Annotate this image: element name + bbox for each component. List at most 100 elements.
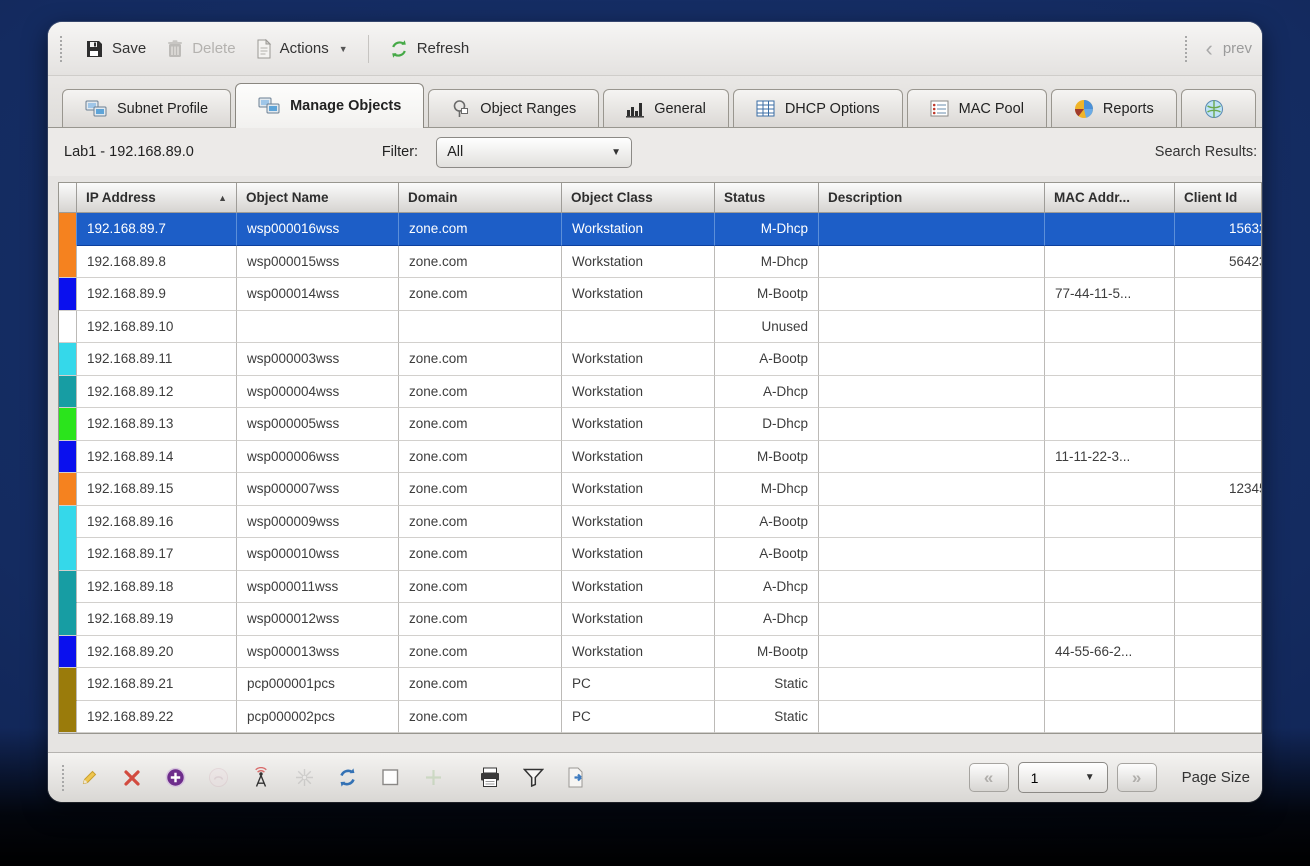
save-button[interactable]: Save <box>74 33 156 65</box>
table-row[interactable]: 192.168.89.9 wsp000014wss zone.com Workstat… <box>59 278 1261 311</box>
computers-icon <box>85 100 108 118</box>
toolbar-separator <box>367 34 369 63</box>
header-object-class[interactable]: Object Class <box>562 183 715 213</box>
page-dropdown[interactable]: 1 ▼ <box>1017 762 1108 793</box>
table-row[interactable]: 192.168.89.22 pcp000002pcs zone.com PC Stati… <box>59 700 1261 733</box>
cell-mac: 44-55-66-2... <box>1045 635 1175 668</box>
tab-reports[interactable]: Reports <box>1050 89 1177 127</box>
disabled-circle-button <box>205 765 231 791</box>
header-object-name[interactable]: Object Name <box>237 183 399 213</box>
header-ip-address[interactable]: IP Address ▲ <box>77 183 237 213</box>
tab-label: Reports <box>1102 100 1154 117</box>
antenna-button[interactable] <box>248 765 274 791</box>
delete-x-button[interactable] <box>119 765 145 791</box>
header-client-id[interactable]: Client Id <box>1175 183 1261 213</box>
cell-name: pcp000001pcs <box>237 668 399 701</box>
cell-ip: 192.168.89.12 <box>77 375 237 408</box>
filter-funnel-button[interactable] <box>520 765 546 791</box>
bottombar-grip[interactable] <box>62 764 66 791</box>
sort-ascending-icon: ▲ <box>218 192 227 203</box>
table-row[interactable]: 192.168.89.11 wsp000003wss zone.com Worksta… <box>59 343 1261 376</box>
table-row[interactable]: 192.168.89.14 wsp000006wss zone.com Worksta… <box>59 440 1261 473</box>
cell-client <box>1175 636 1261 668</box>
export-button[interactable] <box>563 765 589 791</box>
cell-domain: zone.com <box>399 603 562 636</box>
cell-cls: PC <box>562 700 715 733</box>
toolbar-grip-right[interactable] <box>1185 35 1189 62</box>
header-mac-address[interactable]: MAC Addr... <box>1045 183 1175 213</box>
cell-cls: Workstation <box>562 603 715 636</box>
filter-dropdown[interactable]: All ▼ <box>436 136 633 168</box>
table-row[interactable]: 192.168.89.10 Unused <box>59 310 1261 343</box>
header-description[interactable]: Description <box>819 183 1045 213</box>
cell-ip: 192.168.89.15 <box>77 473 237 506</box>
cell-status: M-Dhcp <box>715 213 819 246</box>
grid-table-icon <box>756 100 776 118</box>
table-row[interactable]: 192.168.89.15 wsp000007wss zone.com Worksta… <box>59 473 1261 506</box>
tab-mac-pool[interactable]: MAC Pool <box>906 89 1047 127</box>
table-row[interactable]: 192.168.89.16 wsp000009wss zone.com Worksta… <box>59 505 1261 538</box>
square-button[interactable] <box>377 765 403 791</box>
header-label: IP Address <box>86 190 156 205</box>
header-label: Object Name <box>246 190 329 205</box>
ghost-circle-icon <box>208 768 228 787</box>
tab-partial[interactable] <box>1180 89 1256 127</box>
status-color-swatch <box>59 505 77 538</box>
tab-dhcp-options[interactable]: DHCP Options <box>732 89 903 127</box>
refresh-table-button[interactable] <box>334 765 360 791</box>
header-status[interactable]: Status <box>715 183 819 213</box>
delete-label: Delete <box>192 40 236 57</box>
edit-pencil-button[interactable] <box>76 765 102 791</box>
refresh-icon <box>389 39 409 59</box>
cell-cls: Workstation <box>562 343 715 376</box>
cell-status: A-Dhcp <box>715 603 819 636</box>
cell-name: wsp000006wss <box>237 440 399 473</box>
table-row[interactable]: 192.168.89.18 wsp000011wss zone.com Worksta… <box>59 570 1261 603</box>
cell-name: wsp000015wss <box>237 245 399 278</box>
cell-client <box>1175 343 1261 376</box>
cell-client <box>1175 571 1261 603</box>
bar-chart-icon <box>626 100 645 118</box>
cell-status: M-Dhcp <box>715 245 819 278</box>
tab-general[interactable]: General <box>603 89 729 127</box>
actions-button[interactable]: Actions ▼ <box>246 33 358 65</box>
prev-link[interactable]: prev <box>1223 40 1252 57</box>
actions-label: Actions <box>279 40 329 57</box>
cell-mac <box>1045 505 1175 538</box>
tab-object-ranges[interactable]: Object Ranges <box>428 89 600 127</box>
filter-dropdown-value: All <box>447 144 464 160</box>
cell-domain: zone.com <box>399 343 562 376</box>
cell-status: A-Bootp <box>715 538 819 571</box>
table-row[interactable]: 192.168.89.7 wsp000016wss zone.com Workstat… <box>59 213 1261 246</box>
last-page-button[interactable]: » <box>1116 763 1157 792</box>
table-row[interactable]: 192.168.89.13 wsp000005wss zone.com Worksta… <box>59 408 1261 441</box>
cell-domain: zone.com <box>399 635 562 668</box>
table-row[interactable]: 192.168.89.12 wsp000004wss zone.com Worksta… <box>59 375 1261 408</box>
header-label: Domain <box>408 190 458 205</box>
header-domain[interactable]: Domain <box>399 183 562 213</box>
tab-bar: Subnet Profile Manage Objects Object Ran… <box>48 76 1262 128</box>
table-row[interactable]: 192.168.89.20 wsp000013wss zone.com Worksta… <box>59 635 1261 668</box>
tab-subnet-profile[interactable]: Subnet Profile <box>62 89 232 127</box>
table-row[interactable]: 192.168.89.8 wsp000015wss zone.com Workstat… <box>59 245 1261 278</box>
cell-domain: zone.com <box>399 408 562 441</box>
print-button[interactable] <box>477 765 503 791</box>
cell-ip: 192.168.89.19 <box>77 603 237 636</box>
top-toolbar: Save Delete Actions ▼ Refresh ‹ prev <box>48 22 1262 76</box>
cell-desc <box>819 700 1045 733</box>
table-row[interactable]: 192.168.89.21 pcp000001pcs zone.com PC Stati… <box>59 668 1261 701</box>
pencil-icon <box>82 770 97 784</box>
status-color-swatch <box>59 440 77 473</box>
cell-client <box>1175 408 1261 441</box>
table-row[interactable]: 192.168.89.17 wsp000010wss zone.com Worksta… <box>59 538 1261 571</box>
refresh-button[interactable]: Refresh <box>379 33 480 65</box>
tab-manage-objects[interactable]: Manage Objects <box>235 83 425 128</box>
toolbar-grip[interactable] <box>60 35 64 62</box>
header-label: Status <box>724 190 766 205</box>
table-row[interactable]: 192.168.89.19 wsp000012wss zone.com Worksta… <box>59 603 1261 636</box>
first-page-button[interactable]: « <box>968 763 1009 792</box>
add-circle-button[interactable] <box>162 765 188 791</box>
cell-domain: zone.com <box>399 245 562 278</box>
cell-client <box>1175 278 1261 311</box>
cell-cls: Workstation <box>562 213 715 246</box>
